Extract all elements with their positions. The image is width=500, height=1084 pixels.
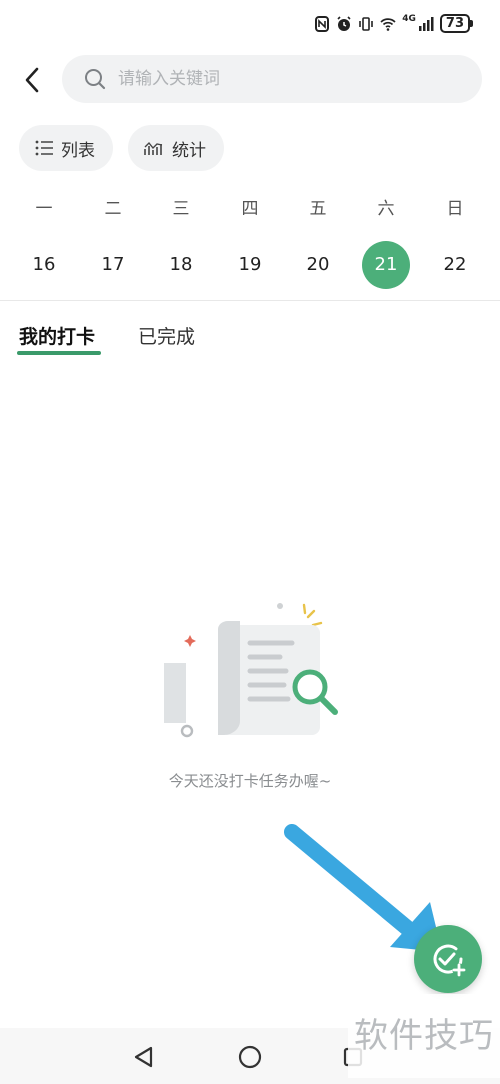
- watermark: 软件技巧: [348, 994, 500, 1078]
- tab-my-checkins[interactable]: 我的打卡: [19, 322, 95, 349]
- signal-icon: [418, 16, 434, 31]
- date-cell[interactable]: 20: [293, 240, 343, 290]
- nav-home-button[interactable]: [237, 1044, 263, 1070]
- wifi-icon: [380, 17, 396, 31]
- weekday-label: 一: [35, 199, 53, 219]
- search-icon: [85, 69, 106, 90]
- stats-chart-icon: [144, 141, 163, 155]
- weekday-label: 五: [309, 199, 327, 219]
- battery-indicator: 73: [439, 14, 474, 33]
- chevron-left-icon: [25, 67, 39, 93]
- weekday-label: 三: [172, 199, 190, 219]
- date-cell[interactable]: 17: [88, 240, 138, 290]
- stats-view-label: 统计: [172, 140, 206, 161]
- vibrate-icon: [359, 16, 374, 31]
- back-button[interactable]: [14, 60, 50, 100]
- alarm-icon: [337, 15, 351, 31]
- search-box[interactable]: [62, 55, 482, 103]
- weekday-label: 六: [377, 199, 395, 219]
- weekday-header: 一 二 三 四 五 六 日: [0, 193, 500, 225]
- active-tab-indicator: [17, 351, 101, 355]
- section-divider: [0, 300, 500, 301]
- nav-back-button[interactable]: [130, 1044, 156, 1070]
- empty-state-message: 今天还没打卡任务办喔~: [168, 772, 332, 790]
- weekday-label: 四: [241, 199, 259, 219]
- date-cell[interactable]: 19: [225, 240, 275, 290]
- date-cell[interactable]: 18: [156, 240, 206, 290]
- add-checkin-button[interactable]: [414, 925, 482, 993]
- weekday-label: 二: [104, 199, 122, 219]
- list-view-label: 列表: [61, 140, 95, 161]
- status-bar: 4G 73: [0, 0, 500, 46]
- date-cell[interactable]: 22: [430, 240, 480, 290]
- network-label: 4G: [402, 14, 416, 24]
- stats-view-button[interactable]: 统计: [128, 125, 224, 171]
- search-input[interactable]: [116, 68, 440, 90]
- check-add-icon: [433, 944, 466, 977]
- empty-state-illustration-icon: [164, 603, 338, 738]
- selected-date-label: 21: [374, 254, 398, 275]
- date-cell[interactable]: 16: [19, 240, 69, 290]
- weekday-label: 日: [446, 199, 464, 219]
- week-dates-row: 16 17 18 19 20 21 22: [0, 240, 500, 292]
- circle-home-icon: [238, 1045, 262, 1069]
- triangle-back-icon: [134, 1046, 153, 1068]
- list-view-button[interactable]: 列表: [19, 125, 113, 171]
- tab-completed[interactable]: 已完成: [138, 322, 195, 349]
- list-icon: [35, 140, 53, 156]
- date-cell-selected[interactable]: 21: [361, 240, 411, 290]
- nfc-icon: [315, 15, 330, 32]
